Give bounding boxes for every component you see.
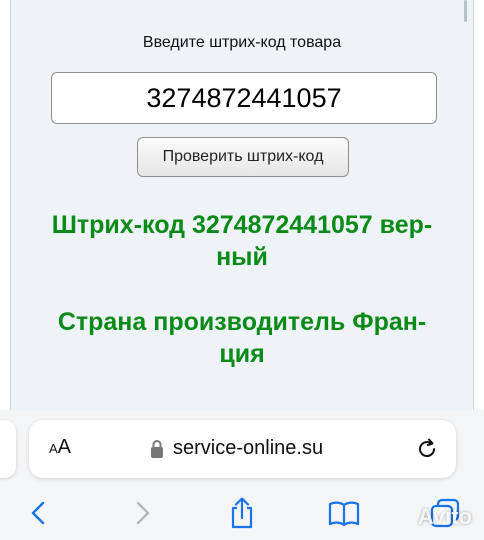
reload-icon[interactable] <box>414 436 440 462</box>
aa-large-glyph: A <box>57 436 72 458</box>
country-line-1: Страна производитель Фран- <box>57 308 427 336</box>
share-icon[interactable] <box>225 496 259 530</box>
address-bar[interactable]: AA service-online.su <box>29 420 456 478</box>
barcode-prompt-label: Введите штрих-код товара <box>142 34 342 51</box>
check-barcode-button[interactable]: Проверить штрих-код <box>137 137 349 177</box>
avito-watermark: Avito <box>417 504 472 529</box>
url-display[interactable]: service-online.su <box>149 437 323 460</box>
aa-small-glyph: A <box>49 441 58 456</box>
previous-tab-preview[interactable] <box>0 420 16 478</box>
reader-settings-button[interactable]: AA <box>49 436 71 459</box>
web-page-content: Введите штрих-код товара Проверить штрих… <box>10 0 474 410</box>
chevron-left-icon[interactable] <box>22 496 56 530</box>
url-text: service-online.su <box>173 437 324 459</box>
country-message: Страна производитель Фран- ция <box>11 306 473 370</box>
barcode-valid-line-1: Штрих-код 3274872441057 вер- <box>51 211 433 239</box>
barcode-input[interactable] <box>51 72 437 124</box>
book-icon[interactable] <box>327 496 361 530</box>
barcode-valid-line-2: ный <box>216 243 268 271</box>
browser-toolbar: Avito <box>0 488 484 540</box>
lock-icon <box>151 439 163 458</box>
chevron-right-icon[interactable] <box>125 496 159 530</box>
country-line-2: ция <box>219 340 265 368</box>
scrollbar[interactable] <box>464 0 467 22</box>
barcode-valid-message: Штрих-код 3274872441057 вер- ный <box>11 209 473 273</box>
